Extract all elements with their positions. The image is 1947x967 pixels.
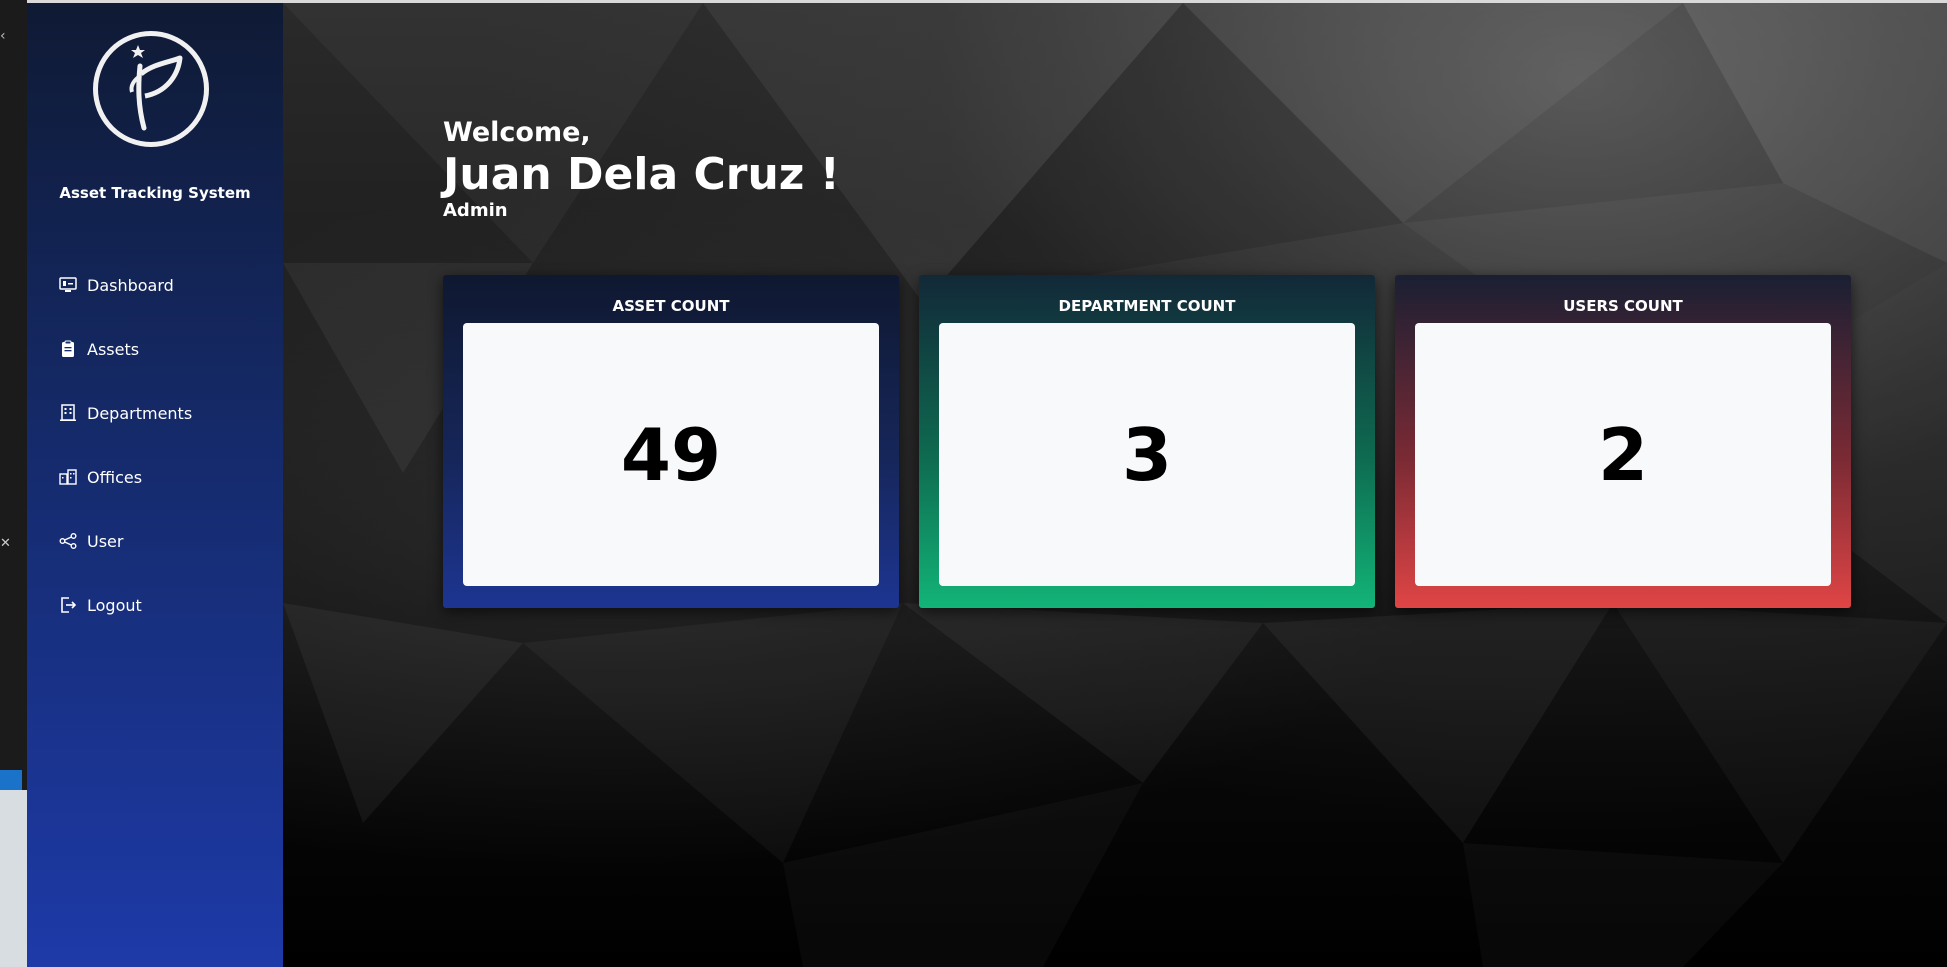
sidebar-item-label: Assets — [87, 339, 140, 359]
sidebar-item-label: Logout — [87, 595, 142, 615]
background-window-strip: ‹ ✕ — [0, 0, 27, 967]
user-role: Admin — [443, 200, 508, 221]
background-window-area — [0, 790, 27, 967]
sidebar: Asset Tracking System Dashboard Assets D… — [27, 3, 283, 967]
users-count-card: USERS COUNT 2 — [1395, 275, 1851, 608]
app-title: Asset Tracking System — [59, 184, 251, 202]
card-title: USERS COUNT — [1563, 297, 1683, 315]
sidebar-item-departments[interactable]: Departments — [27, 381, 283, 445]
welcome-block: Welcome, Juan Dela Cruz ! Admin — [443, 117, 840, 221]
asset-count-card: ASSET COUNT 49 — [443, 275, 899, 608]
sidebar-item-label: User — [87, 531, 124, 551]
department-count-card: DEPARTMENT COUNT 3 — [919, 275, 1375, 608]
card-body: 3 — [939, 323, 1355, 586]
clipboard-icon — [62, 340, 74, 357]
app-logo[interactable] — [93, 31, 209, 147]
share-nodes-icon — [59, 533, 77, 549]
dashboard-main: Welcome, Juan Dela Cruz ! Admin ASSET CO… — [283, 3, 1947, 967]
offices-icon — [59, 469, 77, 485]
close-icon[interactable]: ✕ — [0, 536, 11, 551]
sidebar-item-offices[interactable]: Offices — [27, 445, 283, 509]
card-body: 49 — [463, 323, 879, 586]
sidebar-item-user[interactable]: User — [27, 509, 283, 573]
leaf-logo-icon — [129, 45, 183, 131]
sidebar-item-label: Departments — [87, 403, 193, 423]
logout-icon — [61, 597, 77, 613]
user-name: Juan Dela Cruz ! — [443, 149, 840, 200]
sidebar-nav: Dashboard Assets Departments Offices Use… — [27, 253, 283, 637]
sidebar-item-assets[interactable]: Assets — [27, 317, 283, 381]
monitor-icon — [59, 277, 77, 292]
card-title: DEPARTMENT COUNT — [1058, 297, 1236, 315]
welcome-greeting: Welcome, — [443, 117, 591, 148]
sidebar-item-logout[interactable]: Logout — [27, 573, 283, 637]
card-value: 49 — [620, 412, 722, 497]
sidebar-item-label: Dashboard — [87, 275, 174, 295]
card-value: 3 — [1121, 412, 1173, 497]
card-body: 2 — [1415, 323, 1831, 586]
sidebar-item-label: Offices — [87, 467, 143, 487]
taskbar-tab[interactable] — [0, 770, 22, 790]
building-icon — [60, 404, 76, 421]
card-title: ASSET COUNT — [612, 297, 730, 315]
card-value: 2 — [1597, 412, 1649, 497]
close-icon[interactable]: ‹ — [0, 28, 6, 44]
sidebar-item-dashboard[interactable]: Dashboard — [27, 253, 283, 317]
